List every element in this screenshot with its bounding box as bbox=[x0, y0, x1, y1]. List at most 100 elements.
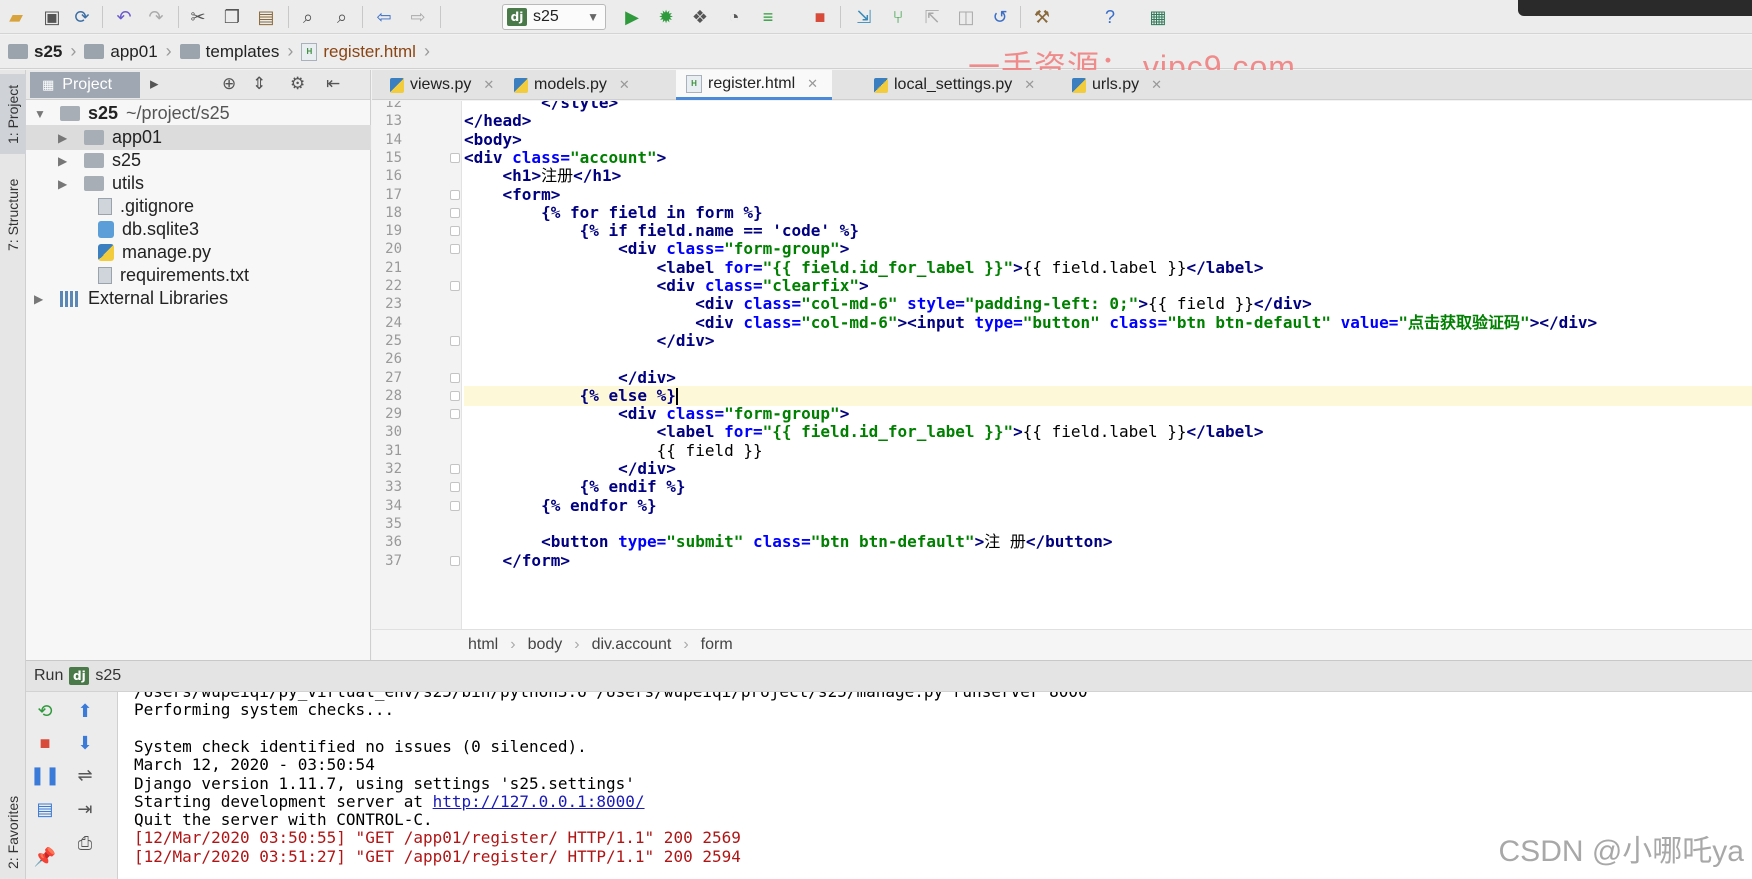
open-folder-icon[interactable]: ▰ bbox=[4, 5, 28, 29]
coverage-icon[interactable]: ❖ bbox=[688, 5, 712, 29]
help-icon[interactable]: ? bbox=[1098, 5, 1122, 29]
hide-panel-icon[interactable]: ⇤ bbox=[326, 74, 340, 94]
paste-icon[interactable]: ▤ bbox=[254, 5, 278, 29]
fold-marker-icon[interactable] bbox=[450, 500, 460, 511]
stop-icon[interactable]: ■ bbox=[808, 5, 832, 29]
redo-icon[interactable]: ↷ bbox=[144, 5, 168, 29]
scroll-to-end-icon[interactable]: ⇥ bbox=[72, 796, 98, 822]
replace-icon[interactable]: ⌕ bbox=[330, 5, 354, 29]
code-line[interactable]: </div> bbox=[464, 331, 715, 351]
favorites-tool-tab[interactable]: 2: Favorites bbox=[0, 785, 26, 879]
close-icon[interactable]: ✕ bbox=[619, 77, 630, 93]
gear-icon[interactable]: ⚙ bbox=[290, 74, 305, 94]
revert-icon[interactable]: ↺ bbox=[988, 5, 1012, 29]
tree-item-db[interactable]: db.sqlite3 bbox=[26, 217, 371, 242]
scroll-down-icon[interactable]: ⬇ bbox=[72, 730, 98, 756]
editor-crumb-html[interactable]: html bbox=[468, 636, 498, 654]
vcs-compare-icon[interactable]: ◫ bbox=[954, 5, 978, 29]
breadcrumb-item-app01[interactable]: app01 bbox=[84, 42, 165, 62]
tree-item-manage[interactable]: manage.py bbox=[26, 240, 371, 265]
tree-item-requirements[interactable]: requirements.txt bbox=[26, 263, 371, 288]
tree-item-utils[interactable]: ▶ utils bbox=[26, 171, 371, 196]
code-line[interactable]: <div class="account"> bbox=[464, 148, 666, 168]
fold-marker-icon[interactable] bbox=[450, 244, 460, 255]
fold-marker-icon[interactable] bbox=[450, 390, 460, 401]
close-icon[interactable]: ✕ bbox=[483, 77, 494, 93]
code-line[interactable]: <div class="form-group"> bbox=[464, 404, 849, 424]
code-line[interactable]: <div class="form-group"> bbox=[464, 239, 849, 259]
editor-crumb-body[interactable]: body bbox=[528, 636, 563, 654]
vcs-commit-icon[interactable]: ⑂ bbox=[886, 5, 910, 29]
editor-crumb-div[interactable]: div.account bbox=[592, 636, 672, 654]
breadcrumb-item-project[interactable]: s25 bbox=[8, 42, 70, 62]
breadcrumb-item-templates[interactable]: templates bbox=[179, 42, 288, 62]
fold-marker-icon[interactable] bbox=[450, 555, 460, 566]
run-icon[interactable]: ▶ bbox=[620, 5, 644, 29]
code-line[interactable]: <div class="col-md-6"><input type="butto… bbox=[464, 313, 1597, 333]
code-line[interactable]: <label for="{{ field.id_for_label }}">{{… bbox=[464, 422, 1264, 442]
fold-marker-icon[interactable] bbox=[450, 189, 460, 200]
code-line[interactable]: <label for="{{ field.id_for_label }}">{{… bbox=[464, 258, 1264, 278]
code-line[interactable]: {% endfor %} bbox=[464, 496, 657, 516]
vcs-update-icon[interactable]: ⇲ bbox=[852, 5, 876, 29]
code-editor[interactable]: 12 13 14 15 16 17 18 19 20 21 22 23 24 25 26 27 28 29 30 31… bbox=[372, 101, 1752, 629]
back-icon[interactable]: ⇦ bbox=[372, 5, 396, 29]
scroll-up-icon[interactable]: ⬆ bbox=[72, 698, 98, 724]
rerun-icon[interactable]: ⟲ bbox=[32, 698, 58, 724]
forward-icon[interactable]: ⇨ bbox=[406, 5, 430, 29]
tree-root[interactable]: ▼ s25 ~/project/s25 bbox=[26, 101, 371, 126]
code-line[interactable]: {% if field.name == 'code' %} bbox=[464, 221, 859, 241]
run-panel-config[interactable]: s25 bbox=[95, 667, 121, 685]
locate-icon[interactable]: ⊕ bbox=[222, 74, 236, 94]
settings-icon[interactable]: ⚒ bbox=[1030, 5, 1054, 29]
fold-marker-icon[interactable] bbox=[450, 152, 460, 163]
code-line[interactable]: <div class="col-md-6" style="padding-lef… bbox=[464, 294, 1312, 314]
tree-item-s25[interactable]: ▶ s25 bbox=[26, 148, 371, 173]
tab-register-html[interactable]: H register.html ✕ bbox=[676, 70, 832, 100]
copy-icon[interactable]: ❐ bbox=[220, 5, 244, 29]
profile-icon[interactable]: ◔ bbox=[722, 5, 746, 29]
project-view-selector[interactable]: ▦ Project bbox=[30, 72, 140, 98]
tab-models-py[interactable]: models.py ✕ bbox=[504, 70, 640, 100]
code-line[interactable]: <div class="clearfix"> bbox=[464, 276, 869, 296]
code-line[interactable]: {{ field }} bbox=[464, 441, 763, 461]
code-line[interactable]: {% endif %} bbox=[464, 477, 686, 497]
sync-icon[interactable]: ⟳ bbox=[70, 5, 94, 29]
code-line[interactable]: </div> bbox=[464, 459, 676, 479]
close-icon[interactable]: ✕ bbox=[1024, 77, 1035, 93]
undo-icon[interactable]: ↶ bbox=[112, 5, 136, 29]
code-line[interactable]: </div> bbox=[464, 368, 676, 388]
tab-urls-py[interactable]: urls.py ✕ bbox=[1062, 70, 1172, 100]
fold-marker-icon[interactable] bbox=[450, 281, 460, 291]
code-line[interactable]: </head> bbox=[464, 111, 531, 131]
editor-crumb-form[interactable]: form bbox=[701, 636, 733, 654]
breadcrumb-item-file[interactable]: H register.html bbox=[301, 42, 424, 62]
fold-marker-icon[interactable] bbox=[450, 335, 460, 346]
fold-marker-icon[interactable] bbox=[450, 207, 460, 218]
save-icon[interactable]: ▣ bbox=[40, 5, 64, 29]
pause-icon[interactable]: ❚❚ bbox=[30, 762, 60, 788]
structure-tool-tab[interactable]: 7: Structure bbox=[0, 170, 26, 260]
tree-item-app01[interactable]: ▶ app01 bbox=[26, 125, 371, 150]
code-line[interactable]: </form> bbox=[464, 551, 570, 571]
cut-icon[interactable]: ✂ bbox=[186, 5, 210, 29]
fold-marker-icon[interactable] bbox=[450, 372, 460, 383]
tree-item-gitignore[interactable]: .gitignore bbox=[26, 194, 371, 219]
pin-icon[interactable]: 📌 bbox=[32, 844, 58, 870]
code-line[interactable]: <h1>注册</h1> bbox=[464, 166, 622, 186]
fold-marker-icon[interactable] bbox=[450, 482, 460, 493]
collapse-icon[interactable]: ⇕ bbox=[252, 74, 266, 94]
code-line[interactable]: <form> bbox=[464, 185, 561, 205]
layout-icon[interactable]: ▤ bbox=[32, 796, 58, 822]
fold-marker-icon[interactable] bbox=[450, 409, 460, 420]
print-icon[interactable]: ⎙ bbox=[72, 830, 98, 856]
terminal-icon[interactable]: ▦ bbox=[1146, 5, 1170, 29]
code-line[interactable]: {% else %} bbox=[464, 385, 1752, 406]
tree-item-external-libraries[interactable]: ▶ External Libraries bbox=[26, 286, 371, 311]
build-icon[interactable]: ≡ bbox=[756, 5, 780, 29]
soft-wrap-icon[interactable]: ⇌ bbox=[72, 762, 98, 788]
vcs-push-icon[interactable]: ⇱ bbox=[920, 5, 944, 29]
close-icon[interactable]: ✕ bbox=[807, 76, 818, 92]
code-line[interactable]: {% for field in form %} bbox=[464, 203, 763, 223]
code-line[interactable]: <body> bbox=[464, 130, 522, 150]
